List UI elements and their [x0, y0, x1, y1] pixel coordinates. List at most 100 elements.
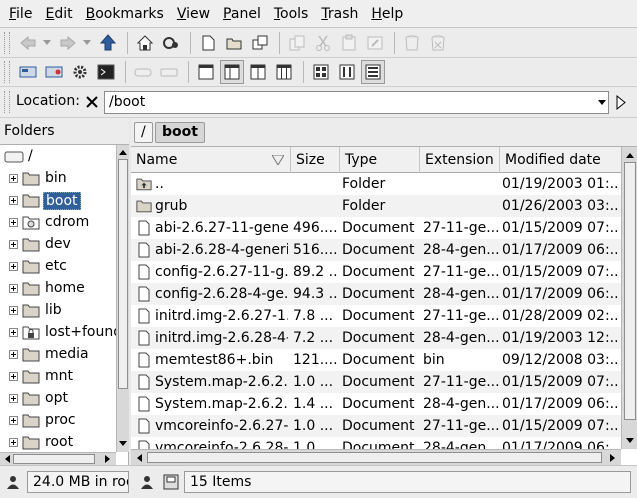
location-input[interactable]: /boot: [104, 91, 609, 114]
single-pane-view-button[interactable]: [194, 60, 218, 84]
tree-item-dev[interactable]: dev: [0, 234, 116, 256]
settings-button[interactable]: [68, 60, 92, 84]
file-row[interactable]: vmcoreinfo-2.6.27-... 1.0 ... Document 27-1…: [131, 415, 621, 437]
tree-item-etc[interactable]: etc: [0, 256, 116, 278]
menu-tools[interactable]: Tools: [268, 2, 316, 26]
expand-toggle[interactable]: [9, 240, 18, 249]
paste-button[interactable]: [337, 31, 361, 55]
menu-panel[interactable]: Panel: [217, 2, 268, 26]
scroll-up-arrow[interactable]: [117, 146, 129, 158]
tree-item-boot[interactable]: boot: [0, 190, 116, 212]
file-list-scrollbar[interactable]: [621, 147, 637, 449]
expand-toggle[interactable]: [9, 306, 18, 315]
expand-toggle[interactable]: [9, 350, 18, 359]
file-row[interactable]: memtest86+.bin 121.... Document bin 09/12/20…: [131, 349, 621, 371]
terminal-button[interactable]: [94, 60, 118, 84]
new-file-button[interactable]: [196, 31, 220, 55]
tree-item-root[interactable]: root: [0, 432, 116, 452]
expand-toggle[interactable]: [9, 284, 18, 293]
file-row[interactable]: abi-2.6.27-11-gene... 496.... Document 27-1…: [131, 217, 621, 239]
tree-item-opt[interactable]: opt: [0, 388, 116, 410]
scroll-down-arrow[interactable]: [624, 435, 636, 447]
scroll-thumb[interactable]: [624, 162, 636, 420]
copy-button[interactable]: [285, 31, 309, 55]
disabled-action-2-button[interactable]: [157, 60, 181, 84]
folder-tree-scrollbar[interactable]: [116, 145, 129, 452]
tree-view-button[interactable]: [220, 60, 244, 84]
disabled-action-1-button[interactable]: [131, 60, 155, 84]
file-row[interactable]: .. Folder 01/19/2003 01:...: [131, 173, 621, 195]
expand-toggle[interactable]: [9, 328, 18, 337]
back-history-dropdown[interactable]: [42, 31, 52, 55]
expand-toggle[interactable]: [9, 196, 18, 205]
open-terminal-button[interactable]: [16, 60, 40, 84]
scroll-down-arrow[interactable]: [117, 438, 129, 450]
expand-toggle[interactable]: [9, 174, 18, 183]
file-row[interactable]: grub Folder 01/26/2003 03:...: [131, 195, 621, 217]
breadcrumb-root[interactable]: /: [134, 122, 153, 143]
tree-item-home[interactable]: home: [0, 278, 116, 300]
forward-button[interactable]: [56, 31, 80, 55]
menu-file[interactable]: File: [3, 2, 39, 26]
column-header-modified[interactable]: Modified date: [500, 147, 621, 173]
back-button[interactable]: [16, 31, 40, 55]
tree-item-bin[interactable]: bin: [0, 168, 116, 190]
file-row[interactable]: abi-2.6.28-4-generic 516.... Document 28-4-…: [131, 239, 621, 261]
dual-pane-view-button[interactable]: [246, 60, 270, 84]
home-button[interactable]: [133, 31, 157, 55]
file-row[interactable]: System.map-2.6.2... 1.4 ... Document 28-4-g…: [131, 393, 621, 415]
menu-edit[interactable]: Edit: [39, 2, 79, 26]
tree-item-mnt[interactable]: mnt: [0, 366, 116, 388]
column-header-type[interactable]: Type: [340, 147, 420, 173]
file-row[interactable]: config-2.6.28-4-ge... 94.3 ... Document 28-…: [131, 283, 621, 305]
cut-button[interactable]: [311, 31, 335, 55]
compact-view-button[interactable]: [335, 60, 359, 84]
expand-toggle[interactable]: [9, 372, 18, 381]
expand-toggle[interactable]: [9, 262, 18, 271]
column-header-name[interactable]: Name: [131, 147, 291, 173]
tree-item-lib[interactable]: lib: [0, 300, 116, 322]
menu-bookmarks[interactable]: Bookmarks: [80, 2, 171, 26]
copy-to-button[interactable]: [248, 31, 272, 55]
file-row[interactable]: initrd.img-2.6.27-1... 7.8 ... Document 27-…: [131, 305, 621, 327]
file-row[interactable]: vmcoreinfo-2.6.28-... 1.0 ... Document 28-4…: [131, 437, 621, 449]
up-button[interactable]: [96, 31, 120, 55]
tree-item-lost-found[interactable]: lost+found: [0, 322, 116, 344]
scroll-right-arrow[interactable]: [607, 452, 619, 464]
tree-item-media[interactable]: media: [0, 344, 116, 366]
expand-toggle[interactable]: [9, 394, 18, 403]
go-button[interactable]: [614, 94, 628, 111]
rename-button[interactable]: [363, 31, 387, 55]
toolbar-grip[interactable]: [4, 61, 10, 83]
scroll-left-arrow[interactable]: [133, 452, 145, 464]
delete-button[interactable]: [426, 31, 450, 55]
file-list-hscrollbar[interactable]: [131, 449, 621, 465]
expand-toggle[interactable]: [9, 218, 18, 227]
folder-tree-hscrollbar[interactable]: [0, 452, 116, 465]
file-row[interactable]: initrd.img-2.6.28-4-... 7.2 ... Document 28…: [131, 327, 621, 349]
scroll-thumb[interactable]: [13, 454, 95, 464]
file-row[interactable]: config-2.6.27-11-g... 89.2 ... Document 27-…: [131, 261, 621, 283]
scroll-thumb[interactable]: [118, 159, 128, 389]
reload-button[interactable]: [159, 31, 183, 55]
scroll-right-arrow[interactable]: [102, 453, 114, 465]
tree-item-proc[interactable]: proc: [0, 410, 116, 432]
clear-location-button[interactable]: [84, 94, 100, 110]
trash-button[interactable]: [400, 31, 424, 55]
menu-trash[interactable]: Trash: [315, 2, 365, 26]
icon-view-button[interactable]: [309, 60, 333, 84]
triple-pane-view-button[interactable]: [272, 60, 296, 84]
new-folder-button[interactable]: [222, 31, 246, 55]
expand-toggle[interactable]: [9, 416, 18, 425]
forward-history-dropdown[interactable]: [82, 31, 92, 55]
menu-view[interactable]: View: [171, 2, 217, 26]
scroll-left-arrow[interactable]: [1, 453, 13, 465]
tree-item-cdrom[interactable]: cdrom: [0, 212, 116, 234]
tree-root[interactable]: /: [0, 146, 116, 168]
column-header-extension[interactable]: Extension: [420, 147, 500, 173]
scroll-thumb[interactable]: [147, 452, 602, 463]
location-history-dropdown[interactable]: [596, 92, 608, 113]
toolbar-grip[interactable]: [4, 31, 10, 54]
menu-help[interactable]: Help: [365, 2, 410, 26]
toolbar-grip[interactable]: [4, 91, 10, 113]
